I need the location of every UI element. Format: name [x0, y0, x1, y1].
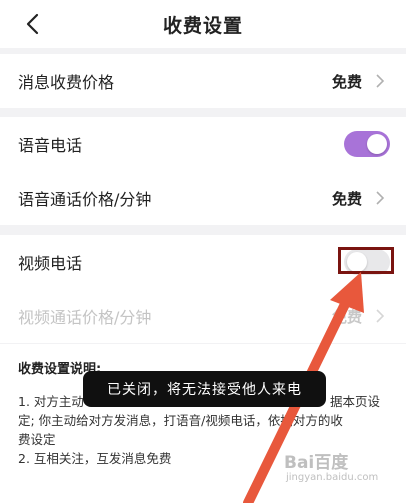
description-line: 费设定	[18, 432, 56, 447]
voice-price-label: 语音通话价格/分钟	[18, 190, 152, 209]
voice-call-toggle[interactable]	[344, 131, 390, 157]
video-price-value: 免费	[331, 307, 362, 326]
message-price-label: 消息收费价格	[18, 73, 115, 92]
description-line: 据本页设	[330, 394, 381, 409]
message-price-row[interactable]: 消息收费价格 免费	[0, 54, 406, 108]
back-button[interactable]	[18, 10, 46, 38]
voice-call-row: 语音电话	[0, 117, 406, 171]
message-price-value: 免费	[331, 72, 362, 91]
voice-call-label: 语音电话	[18, 136, 83, 155]
description-line: 2. 互相关注，互发消息免费	[18, 451, 172, 466]
video-call-label: 视频电话	[18, 254, 83, 273]
voice-price-value: 免费	[331, 189, 362, 208]
description-line: 1. 对方主动	[18, 394, 84, 409]
chevron-right-icon	[376, 191, 385, 205]
watermark-url: jingyan.baidu.com	[286, 472, 379, 483]
toggle-knob	[367, 134, 387, 154]
toast-message: 已关闭，将无法接受他人来电	[83, 371, 326, 407]
chevron-right-icon	[376, 74, 385, 88]
page-title: 收费设置	[162, 14, 243, 37]
chevron-right-icon	[376, 309, 385, 323]
header-bar: 收费设置	[0, 0, 406, 48]
watermark-logo: Bai百度	[284, 453, 349, 473]
video-price-row[interactable]: 视频通话价格/分钟 免费	[0, 289, 406, 343]
chevron-left-icon	[26, 13, 39, 35]
highlight-box	[338, 247, 394, 274]
description-line: 定; 你主动给对方发消息，打语音/视频电话，依据对方的收	[18, 413, 343, 428]
voice-price-row[interactable]: 语音通话价格/分钟 免费	[0, 171, 406, 225]
video-price-label: 视频通话价格/分钟	[18, 308, 152, 327]
